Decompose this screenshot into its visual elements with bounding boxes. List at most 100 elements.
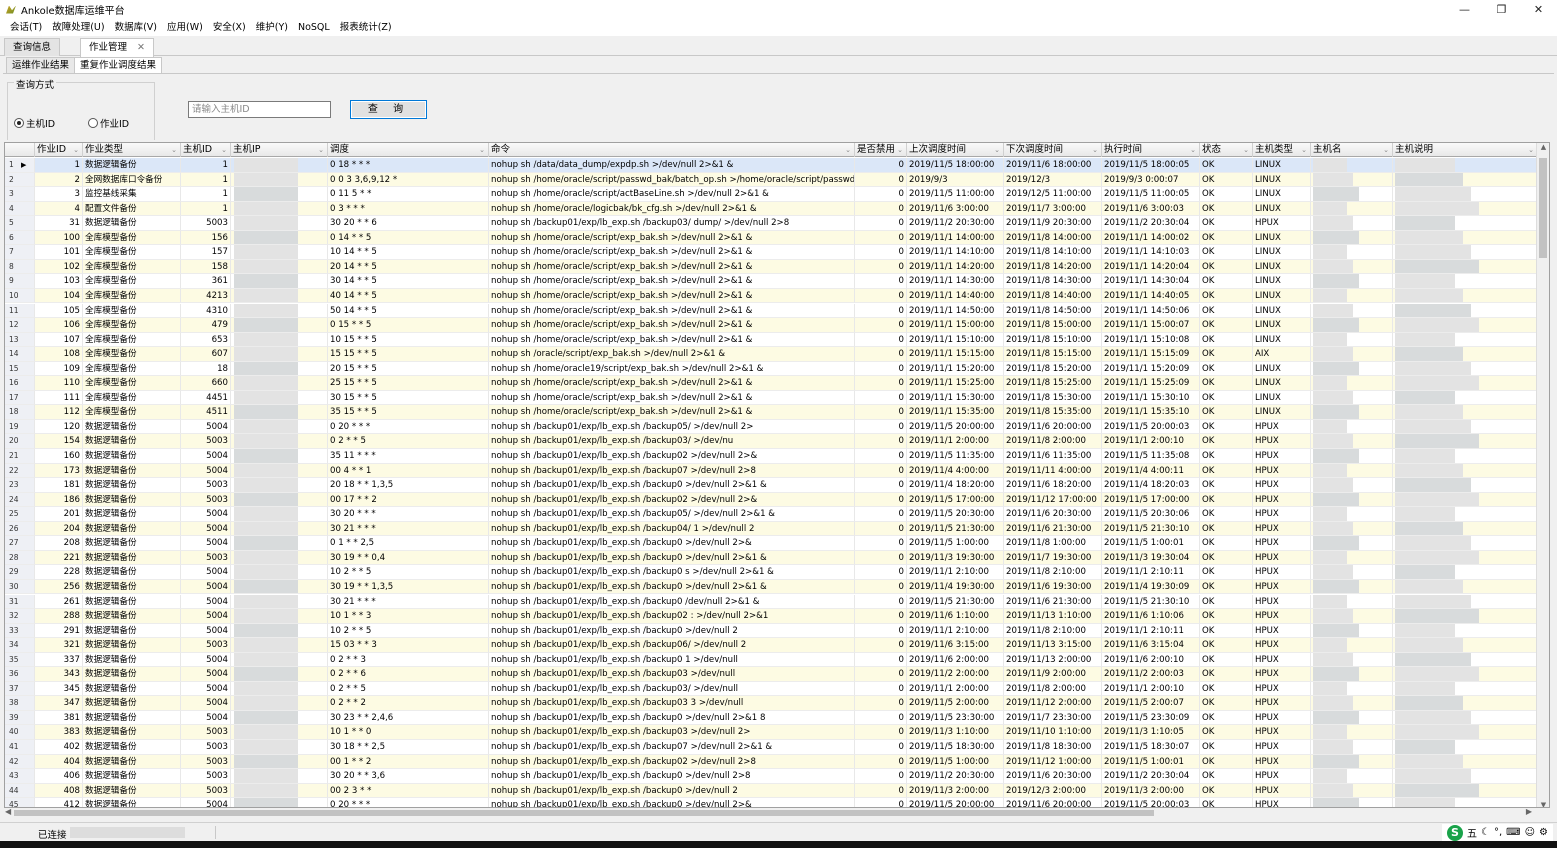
cell-id[interactable]: 107 xyxy=(35,332,83,348)
column-header-desc[interactable]: 主机说明 ⌄ xyxy=(1393,143,1538,157)
cell-cmd[interactable]: nohup sh /backup01/exp/lb_exp.sh /backup… xyxy=(489,565,855,580)
cell-last[interactable]: 2019/11/5 11:35:00 xyxy=(907,449,1004,464)
row-number[interactable]: 36 xyxy=(5,667,35,682)
row-number[interactable]: 42 xyxy=(5,754,35,770)
cell-cmd[interactable]: nohup sh /backup01/exp/lb_exp.sh /backup… xyxy=(489,419,855,435)
cell-last[interactable]: 2019/11/5 1:00:00 xyxy=(907,536,1004,551)
cell-st[interactable]: OK xyxy=(1200,783,1253,799)
filter-chevron-icon[interactable]: ⌄ xyxy=(318,143,324,157)
cell-dis[interactable]: 0 xyxy=(855,318,907,333)
cell-desc[interactable] xyxy=(1393,550,1538,566)
job-schedule-grid[interactable]: 作业ID ⌄ 作业类型 ⌄ 主机ID ⌄ 主机IP ⌄ 调度 ⌄ 命令 ⌄ 是否禁用 ⌄ 上次调度时间 ⌄ 下次… xyxy=(4,142,1550,808)
cell-dis[interactable]: 0 xyxy=(855,783,907,799)
row-number[interactable]: 4 xyxy=(5,201,35,217)
cell-sched[interactable]: 0 15 * * 5 xyxy=(328,318,489,333)
column-header-exec[interactable]: 执行时间 ⌄ xyxy=(1102,143,1200,157)
table-row[interactable]: 25 201 数据逻辑备份 5004 30 20 * * * nohup sh /back… xyxy=(5,507,1538,522)
cell-id[interactable]: 381 xyxy=(35,710,83,726)
cell-type[interactable]: 全库模型备份 xyxy=(83,361,181,377)
cell-desc[interactable] xyxy=(1393,492,1538,508)
cell-last[interactable]: 2019/11/1 14:00:00 xyxy=(907,230,1004,246)
table-row[interactable]: 28 221 数据逻辑备份 5003 30 19 * * 0,4 nohup sh /ba… xyxy=(5,550,1538,566)
cell-hid[interactable]: 5003 xyxy=(181,216,231,231)
cell-os[interactable]: HPUX xyxy=(1253,769,1311,784)
cell-host[interactable] xyxy=(1311,594,1393,610)
cell-id[interactable]: 154 xyxy=(35,434,83,449)
cell-ip[interactable] xyxy=(231,740,328,755)
cell-os[interactable]: HPUX xyxy=(1253,798,1311,807)
cell-st[interactable]: OK xyxy=(1200,449,1253,464)
cell-id[interactable]: 347 xyxy=(35,696,83,711)
cell-cmd[interactable]: nohup sh /home/oracle/script/exp_bak.sh … xyxy=(489,288,855,304)
cell-hid[interactable]: 5003 xyxy=(181,725,231,740)
cell-last[interactable]: 2019/11/1 2:00:00 xyxy=(907,434,1004,449)
cell-sched[interactable]: 40 14 * * 5 xyxy=(328,288,489,304)
cell-st[interactable]: OK xyxy=(1200,259,1253,275)
row-number[interactable]: 21 xyxy=(5,449,35,464)
cell-exec[interactable]: 2019/11/5 20:00:03 xyxy=(1102,798,1200,807)
cell-id[interactable]: 337 xyxy=(35,652,83,668)
cell-st[interactable]: OK xyxy=(1200,245,1253,260)
cell-ip[interactable] xyxy=(231,667,328,682)
cell-desc[interactable] xyxy=(1393,274,1538,289)
row-number[interactable]: 37 xyxy=(5,681,35,697)
cell-next[interactable]: 2019/11/6 21:30:00 xyxy=(1004,521,1102,537)
cell-type[interactable]: 配置文件备份 xyxy=(83,201,181,217)
cell-os[interactable]: AIX xyxy=(1253,347,1311,362)
cell-last[interactable]: 2019/11/5 20:00:00 xyxy=(907,798,1004,807)
cell-dis[interactable]: 0 xyxy=(855,303,907,319)
tab-ops-job-results[interactable]: 运维作业结果 xyxy=(6,57,76,73)
cell-os[interactable]: HPUX xyxy=(1253,623,1311,639)
cell-last[interactable]: 2019/11/1 15:35:00 xyxy=(907,405,1004,420)
cell-ip[interactable] xyxy=(231,478,328,493)
menu-maintenance[interactable]: 维护(Y) xyxy=(251,19,293,36)
cell-dis[interactable]: 0 xyxy=(855,172,907,188)
cell-dis[interactable]: 0 xyxy=(855,638,907,653)
cell-ip[interactable] xyxy=(231,419,328,435)
cell-exec[interactable]: 2019/11/5 1:00:01 xyxy=(1102,536,1200,551)
cell-desc[interactable] xyxy=(1393,696,1538,711)
cell-host[interactable] xyxy=(1311,376,1393,391)
filter-chevron-icon[interactable]: ⌄ xyxy=(994,143,1000,157)
cell-id[interactable]: 120 xyxy=(35,419,83,435)
cell-type[interactable]: 全库模型备份 xyxy=(83,318,181,333)
column-header-last[interactable]: 上次调度时间 ⌄ xyxy=(907,143,1004,157)
cell-next[interactable]: 2019/12/5 11:00:00 xyxy=(1004,187,1102,202)
cell-sched[interactable]: 00 1 * * 2 xyxy=(328,754,489,770)
cell-next[interactable]: 2019/11/8 18:30:00 xyxy=(1004,740,1102,755)
cell-type[interactable]: 数据逻辑备份 xyxy=(83,783,181,799)
cell-hid[interactable]: 5004 xyxy=(181,463,231,479)
tab-query-info[interactable]: 查询信息 xyxy=(4,38,61,56)
cell-exec[interactable]: 2019/11/5 11:00:05 xyxy=(1102,187,1200,202)
row-number[interactable]: 33 xyxy=(5,623,35,639)
cell-sched[interactable]: 0 14 * * 5 xyxy=(328,230,489,246)
table-row[interactable]: 16 110 全库模型备份 660 25 15 * * 5 nohup sh /home/… xyxy=(5,376,1538,391)
cell-id[interactable]: 111 xyxy=(35,390,83,406)
cell-dis[interactable]: 0 xyxy=(855,390,907,406)
cell-desc[interactable] xyxy=(1393,681,1538,697)
cell-host[interactable] xyxy=(1311,274,1393,289)
cell-ip[interactable] xyxy=(231,259,328,275)
cell-sched[interactable]: 00 2 3 * * xyxy=(328,783,489,799)
cell-exec[interactable]: 2019/11/1 15:30:10 xyxy=(1102,390,1200,406)
cell-desc[interactable] xyxy=(1393,405,1538,420)
column-header-next[interactable]: 下次调度时间 ⌄ xyxy=(1004,143,1102,157)
row-number[interactable]: 19 xyxy=(5,419,35,435)
cell-st[interactable]: OK xyxy=(1200,507,1253,522)
table-row[interactable]: 3 3 监控基线采集 1 0 11 5 * * nohup sh /home/oracle… xyxy=(5,187,1538,202)
cell-host[interactable] xyxy=(1311,652,1393,668)
cell-cmd[interactable]: nohup sh /backup01/exp/lb_exp.sh /backup… xyxy=(489,783,855,799)
cell-cmd[interactable]: nohup sh /backup01/exp/lb_exp.sh /backup… xyxy=(489,216,855,231)
cell-sched[interactable]: 0 1 * * 2,5 xyxy=(328,536,489,551)
cell-dis[interactable]: 0 xyxy=(855,187,907,202)
table-row[interactable]: 32 288 数据逻辑备份 5004 10 1 * * 3 nohup sh /backu… xyxy=(5,609,1538,624)
ime-mode[interactable]: 五 xyxy=(1467,825,1477,840)
cell-ip[interactable] xyxy=(231,434,328,449)
cell-type[interactable]: 数据逻辑备份 xyxy=(83,667,181,682)
cell-st[interactable]: OK xyxy=(1200,390,1253,406)
cell-next[interactable]: 2019/11/12 17:00:00 xyxy=(1004,492,1102,508)
cell-dis[interactable]: 0 xyxy=(855,710,907,726)
column-header-dis[interactable]: 是否禁用 ⌄ xyxy=(855,143,907,157)
cell-host[interactable] xyxy=(1311,550,1393,566)
cell-last[interactable]: 2019/11/5 18:30:00 xyxy=(907,740,1004,755)
